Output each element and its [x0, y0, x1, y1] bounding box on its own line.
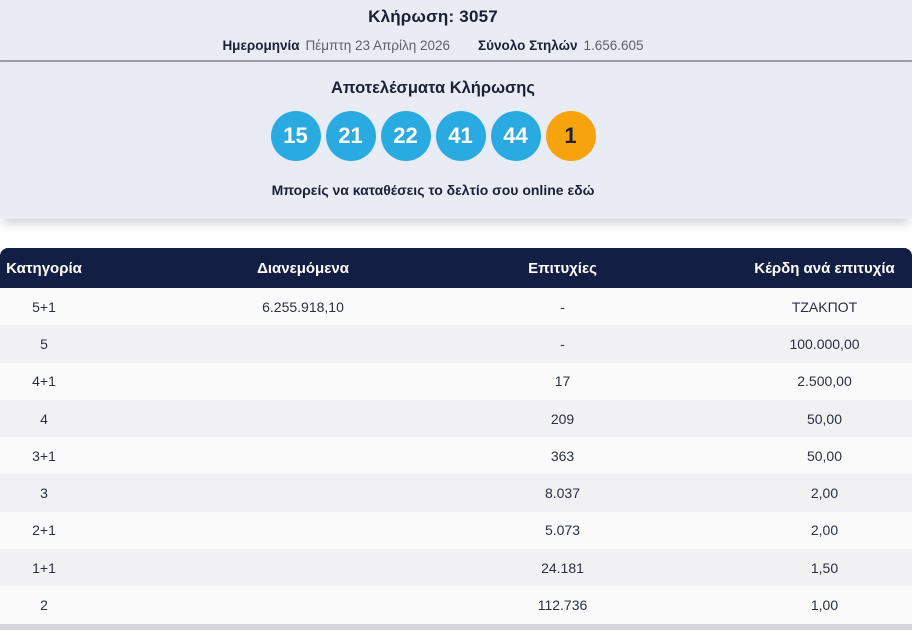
distributed-cell: [88, 400, 518, 437]
number-ball: 41: [436, 111, 486, 161]
table-row: 4+1 17 2.500,00: [0, 363, 912, 400]
draw-results-card: Αποτελέσματα Κλήρωσης 15 21 22 41 44 1 Μ…: [0, 62, 912, 219]
distributed-cell: 6.255.918,10: [88, 288, 518, 325]
distributed-cell: [88, 363, 518, 400]
number-ball: 22: [381, 111, 431, 161]
category-cell: 5+1: [0, 288, 88, 325]
winners-cell: -: [518, 325, 607, 362]
prize-table: Κατηγορία Διανεμόμενα Επιτυχίες Κέρδη αν…: [0, 248, 912, 624]
winners-cell: 8.037: [518, 474, 607, 511]
winners-cell: -: [518, 288, 607, 325]
joker-ball: 1: [546, 111, 596, 161]
prize-cell: 2,00: [607, 474, 912, 511]
header-winners: Επιτυχίες: [518, 248, 607, 288]
prize-cell: 100.000,00: [607, 325, 912, 362]
prize-table-header-row: Κατηγορία Διανεμόμενα Επιτυχίες Κέρδη αν…: [0, 248, 912, 288]
draw-meta-row: Ημερομηνία Πέμπτη 23 Απρίλη 2026 Σύνολο …: [0, 38, 866, 53]
prize-cell: 50,00: [607, 437, 912, 474]
winners-cell: 209: [518, 400, 607, 437]
distributed-cell: [88, 437, 518, 474]
prize-cell: 1,00: [607, 586, 912, 623]
category-cell: 5: [0, 325, 88, 362]
distributed-cell: [88, 512, 518, 549]
distributed-cell: [88, 586, 518, 623]
category-cell: 4+1: [0, 363, 88, 400]
header-category: Κατηγορία: [0, 248, 88, 288]
winners-cell: 112.736: [518, 586, 607, 623]
distributed-cell: [88, 325, 518, 362]
winners-cell: 5.073: [518, 512, 607, 549]
table-row: 2+1 5.073 2,00: [0, 512, 912, 549]
total-columns-value: 1.656.605: [583, 38, 643, 53]
category-cell: 4: [0, 400, 88, 437]
next-row-edge: [0, 624, 912, 630]
table-row: 5 - 100.000,00: [0, 325, 912, 362]
draw-title: Κλήρωση: 3057: [0, 7, 866, 27]
results-title: Αποτελέσματα Κλήρωσης: [0, 79, 866, 98]
number-ball: 44: [491, 111, 541, 161]
distributed-cell: [88, 474, 518, 511]
category-cell: 3: [0, 474, 88, 511]
prize-cell: 2,00: [607, 512, 912, 549]
table-row: 2 112.736 1,00: [0, 586, 912, 623]
prize-cell: 2.500,00: [607, 363, 912, 400]
number-ball: 21: [326, 111, 376, 161]
total-columns-label: Σύνολο Στηλών: [478, 38, 577, 53]
table-row: 1+1 24.181 1,50: [0, 549, 912, 586]
category-cell: 2: [0, 586, 88, 623]
prize-cell: 1,50: [607, 549, 912, 586]
prize-cell: 50,00: [607, 400, 912, 437]
winning-numbers: 15 21 22 41 44 1: [0, 111, 866, 161]
table-row: 3 8.037 2,00: [0, 474, 912, 511]
date-value: Πέμπτη 23 Απρίλη 2026: [306, 38, 451, 53]
header-distributed: Διανεμόμενα: [88, 248, 518, 288]
category-cell: 2+1: [0, 512, 88, 549]
table-row: 5+1 6.255.918,10 - ΤΖΑΚΠΟΤ: [0, 288, 912, 325]
category-cell: 1+1: [0, 549, 88, 586]
winners-cell: 24.181: [518, 549, 607, 586]
draw-header-band: Κλήρωση: 3057 Ημερομηνία Πέμπτη 23 Απρίλ…: [0, 0, 912, 62]
header-prize-per-win: Κέρδη ανά επιτυχία: [607, 248, 912, 288]
table-row: 3+1 363 50,00: [0, 437, 912, 474]
category-cell: 3+1: [0, 437, 88, 474]
prize-cell: ΤΖΑΚΠΟΤ: [607, 288, 912, 325]
date-label: Ημερομηνία: [222, 38, 299, 53]
distributed-cell: [88, 549, 518, 586]
winners-cell: 17: [518, 363, 607, 400]
submit-online-link[interactable]: Μπορείς να καταθέσεις το δελτίο σου onli…: [0, 182, 866, 198]
table-row: 4 209 50,00: [0, 400, 912, 437]
total-columns: Σύνολο Στηλών 1.656.605: [478, 38, 644, 53]
number-ball: 15: [271, 111, 321, 161]
draw-date: Ημερομηνία Πέμπτη 23 Απρίλη 2026: [222, 38, 450, 53]
winners-cell: 363: [518, 437, 607, 474]
